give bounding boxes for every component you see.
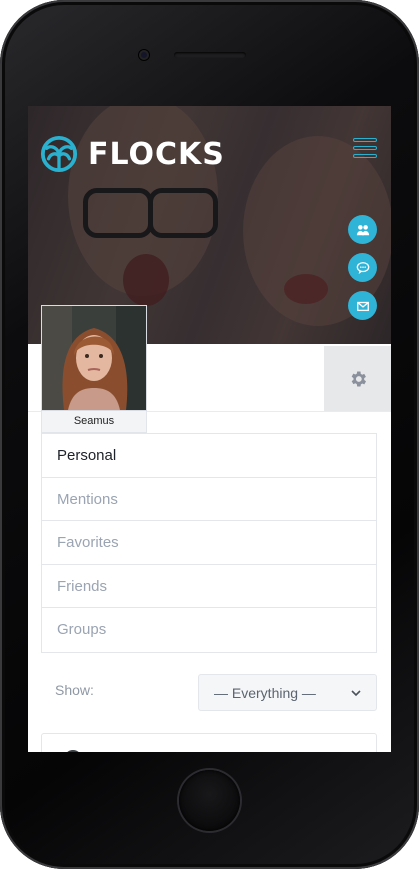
hamburger-icon-bar [353, 146, 377, 150]
nav-item-mentions[interactable]: Mentions [42, 478, 376, 521]
show-filter-value: — Everything — [214, 685, 316, 701]
hamburger-icon-bar [353, 154, 377, 158]
mail-button[interactable] [348, 291, 377, 320]
nav-item-friends[interactable]: Friends [42, 565, 376, 608]
home-button[interactable] [179, 770, 240, 831]
post-avatar [64, 750, 82, 752]
earpiece-speaker [174, 52, 246, 58]
show-filter-select[interactable]: — Everything — [198, 674, 377, 711]
gear-icon [351, 371, 366, 386]
show-filter-label: Show: [55, 682, 94, 698]
profile-photo [42, 306, 146, 410]
profile-nav: Personal Mentions Favorites Friends Grou… [41, 433, 377, 653]
nav-item-groups[interactable]: Groups [42, 608, 376, 652]
brand-name: FLOCKS [88, 136, 225, 172]
friends-button[interactable] [348, 215, 377, 244]
brand-logo[interactable]: FLOCKS [40, 135, 225, 173]
nav-item-favorites[interactable]: Favorites [42, 521, 376, 565]
profile-name: Seamus [41, 411, 147, 433]
settings-button[interactable] [324, 346, 391, 411]
chat-icon [356, 261, 369, 274]
users-icon [356, 224, 369, 235]
app-screen: FLOCKS Seamus Personal Mentions Favorite… [28, 106, 391, 752]
hamburger-icon [353, 138, 377, 142]
flocks-logo-icon [40, 135, 78, 173]
avatar[interactable] [41, 305, 147, 411]
feed-post-card[interactable] [41, 733, 377, 752]
chevron-down-icon [351, 690, 361, 697]
menu-button[interactable] [353, 138, 377, 160]
messages-button[interactable] [348, 253, 377, 282]
front-camera [139, 50, 149, 60]
mail-icon [356, 301, 369, 311]
phone-frame: FLOCKS Seamus Personal Mentions Favorite… [0, 0, 419, 869]
nav-item-personal[interactable]: Personal [42, 434, 376, 478]
